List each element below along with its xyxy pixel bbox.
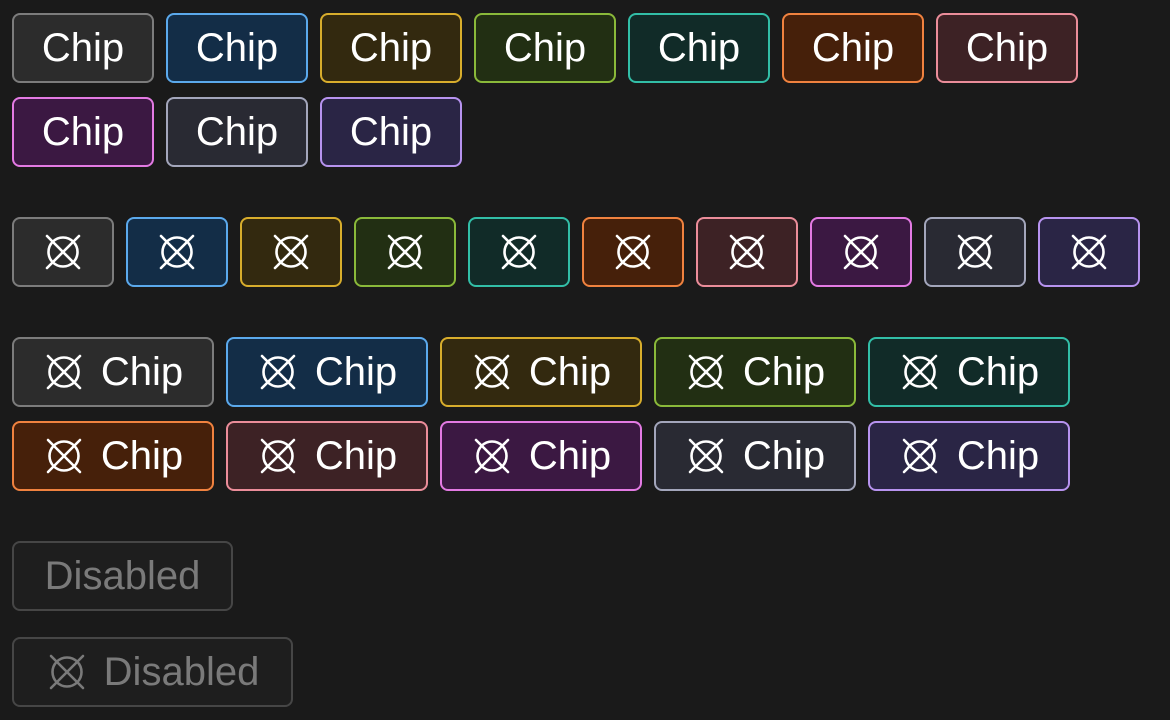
chip-label: Chip [100,350,184,394]
disabled-chip: Disabled [12,541,233,611]
crossed-circle-icon [257,351,299,393]
crossed-circle-icon [471,351,513,393]
icon-text-chip-blue[interactable]: Chip [226,337,428,407]
chip-label: Chip [657,26,741,70]
icon-text-chip-slate[interactable]: Chip [654,421,856,491]
crossed-circle-icon [42,231,84,273]
chip-label: Disabled [103,650,260,694]
disabled-icon-chip: Disabled [12,637,293,707]
crossed-circle-icon [384,231,426,273]
icon-chip-blue[interactable] [126,217,228,287]
crossed-circle-icon [954,231,996,273]
chip-teal[interactable]: Chip [628,13,770,83]
chip-default[interactable]: Chip [12,13,154,83]
crossed-circle-icon [471,435,513,477]
chip-label: Chip [503,26,587,70]
chip-label: Chip [195,110,279,154]
chip-yellow[interactable]: Chip [320,13,462,83]
chip-label: Chip [965,26,1049,70]
icon-chip-red[interactable] [696,217,798,287]
icon-text-chip-yellow[interactable]: Chip [440,337,642,407]
chip-blue[interactable]: Chip [166,13,308,83]
crossed-circle-icon [726,231,768,273]
chip-label: Chip [956,350,1040,394]
icon-text-chip-teal[interactable]: Chip [868,337,1070,407]
icon-chip-yellow[interactable] [240,217,342,287]
chip-label: Chip [41,26,125,70]
chip-orange[interactable]: Chip [782,13,924,83]
icon-chip-orange[interactable] [582,217,684,287]
chip-label: Chip [742,434,826,478]
chip-label: Chip [314,434,398,478]
crossed-circle-icon [899,351,941,393]
crossed-circle-icon [270,231,312,273]
chip-label: Chip [349,26,433,70]
icon-chip-purple[interactable] [1038,217,1140,287]
crossed-circle-icon [156,231,198,273]
crossed-circle-icon [899,435,941,477]
icon-chip-default[interactable] [12,217,114,287]
icon-chip-magenta[interactable] [810,217,912,287]
icon-text-chip-red[interactable]: Chip [226,421,428,491]
crossed-circle-icon [685,351,727,393]
chip-label: Chip [811,26,895,70]
chip-magenta[interactable]: Chip [12,97,154,167]
icon-chip-green[interactable] [354,217,456,287]
chip-label: Disabled [44,554,201,598]
chip-label: Chip [41,110,125,154]
crossed-circle-icon [43,435,85,477]
icon-text-chip-default[interactable]: Chip [12,337,214,407]
crossed-circle-icon [1068,231,1110,273]
icon-text-chip-orange[interactable]: Chip [12,421,214,491]
crossed-circle-icon [612,231,654,273]
crossed-circle-icon [43,351,85,393]
chip-green[interactable]: Chip [474,13,616,83]
chip-label: Chip [195,26,279,70]
chip-label: Chip [956,434,1040,478]
crossed-circle-icon [685,435,727,477]
crossed-circle-icon [840,231,882,273]
chip-red[interactable]: Chip [936,13,1078,83]
chip-label: Chip [742,350,826,394]
crossed-circle-icon [257,435,299,477]
chip-label: Chip [314,350,398,394]
chip-purple[interactable]: Chip [320,97,462,167]
icon-text-chip-green[interactable]: Chip [654,337,856,407]
chip-slate[interactable]: Chip [166,97,308,167]
chip-label: Chip [349,110,433,154]
chip-label: Chip [100,434,184,478]
icon-chip-teal[interactable] [468,217,570,287]
icon-text-chip-magenta[interactable]: Chip [440,421,642,491]
crossed-circle-icon [498,231,540,273]
crossed-circle-icon [46,651,88,693]
chip-label: Chip [528,434,612,478]
icon-chip-slate[interactable] [924,217,1026,287]
icon-text-chip-purple[interactable]: Chip [868,421,1070,491]
chip-label: Chip [528,350,612,394]
